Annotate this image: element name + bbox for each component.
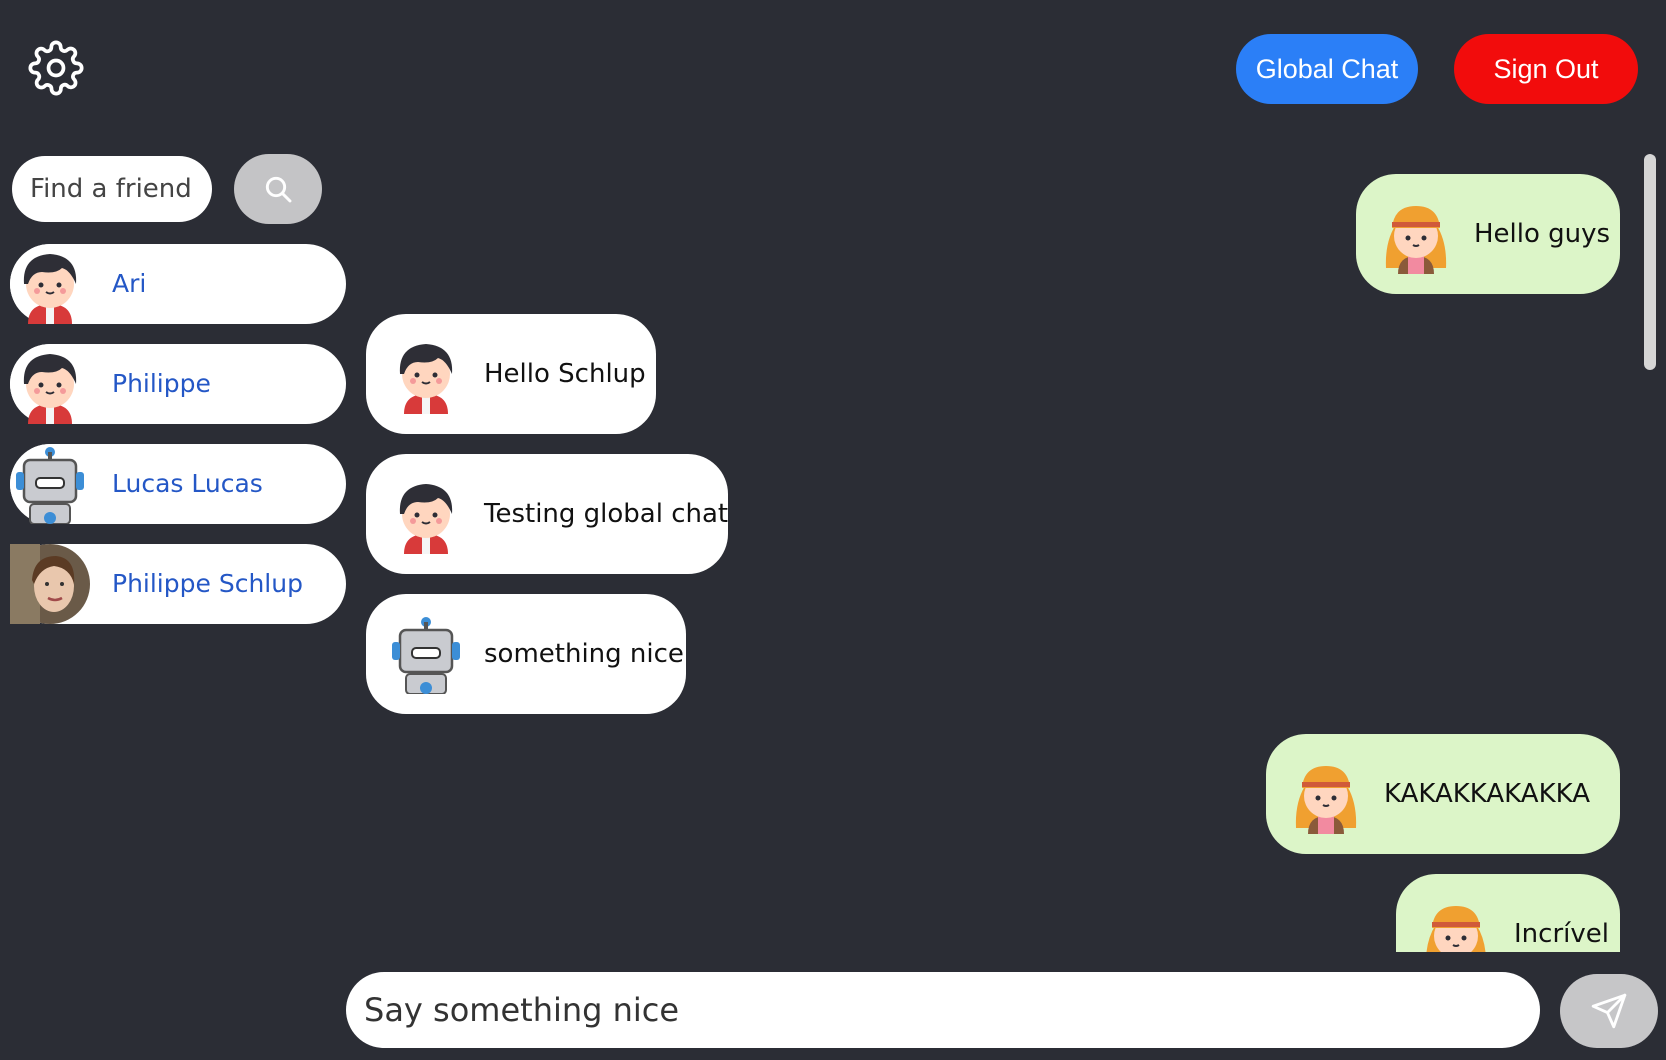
boy-avatar-icon <box>386 474 466 554</box>
message-input[interactable] <box>346 972 1540 1048</box>
robot-avatar-icon <box>386 614 466 694</box>
message-bubble: Hello Schlup <box>366 314 656 434</box>
message-text: Hello guys <box>1474 219 1611 249</box>
message-bubble: Testing global chat <box>366 454 728 574</box>
settings-gear-icon[interactable] <box>28 40 84 96</box>
message-bubble: KAKAKKAKAKKA <box>1266 734 1620 854</box>
message-text: Hello Schlup <box>484 359 646 389</box>
message-text: Testing global chat <box>484 499 729 529</box>
girl-avatar-icon <box>1286 754 1366 834</box>
global-chat-button[interactable]: Global Chat <box>1236 34 1418 104</box>
send-button[interactable] <box>1560 974 1658 1048</box>
boy-avatar-icon <box>386 334 466 414</box>
message-bubble: Incrível <box>1396 874 1620 952</box>
message-bubble: Hello guys <box>1356 174 1620 294</box>
girl-avatar-icon <box>1416 894 1496 952</box>
sign-out-button[interactable]: Sign Out <box>1454 34 1638 104</box>
message-text: Incrível <box>1514 919 1609 949</box>
message-bubble: something nice <box>366 594 686 714</box>
chat-scrollbar[interactable] <box>1644 154 1656 370</box>
message-text: something nice <box>484 639 684 669</box>
chat-messages-area: Hello guys Hello Schlup Testing global c… <box>0 150 1640 952</box>
girl-avatar-icon <box>1376 194 1456 274</box>
send-icon <box>1591 993 1627 1029</box>
message-text: KAKAKKAKAKKA <box>1384 779 1590 809</box>
